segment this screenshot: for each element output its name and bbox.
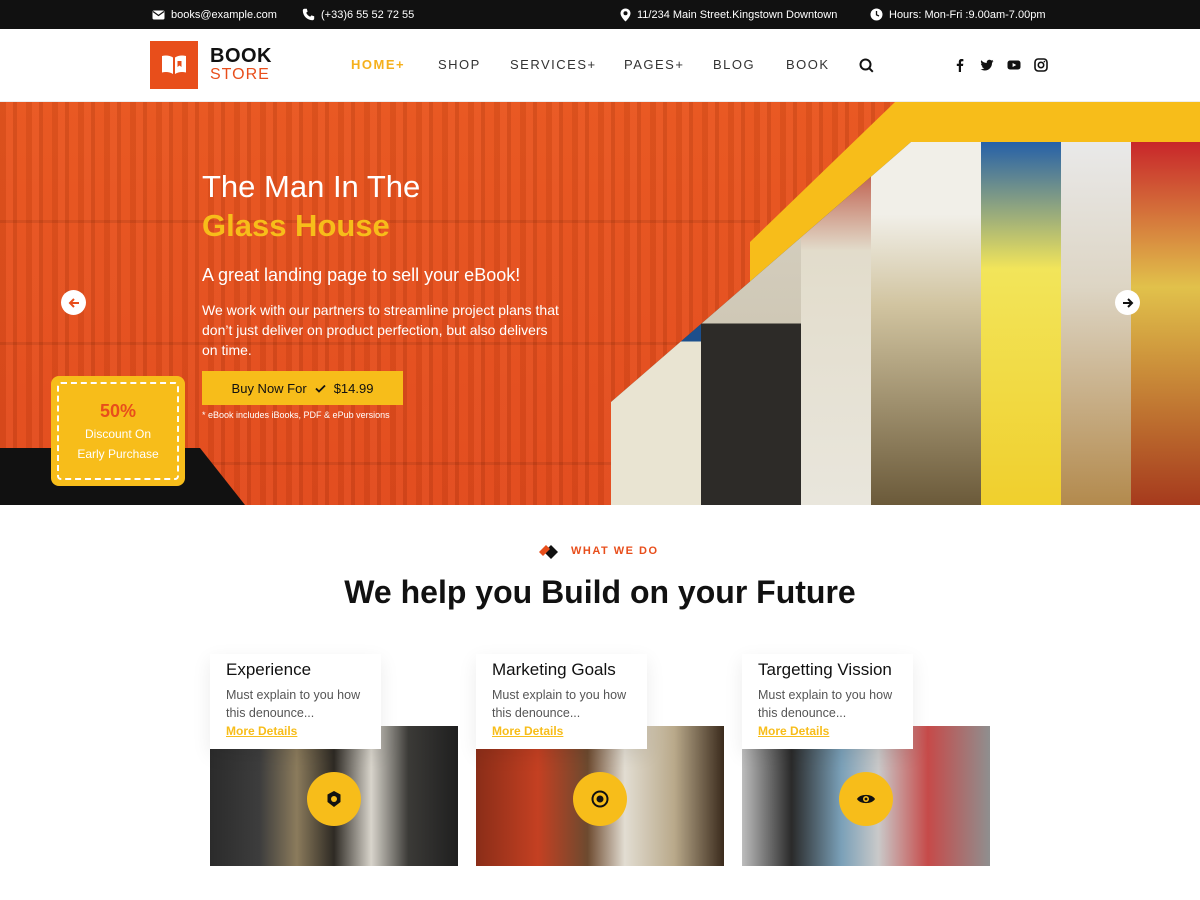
more-details-link[interactable]: More Details [226, 724, 365, 738]
hero-title-line2: Glass House [202, 208, 390, 243]
twitter-icon[interactable] [980, 58, 994, 72]
award-icon [307, 772, 361, 826]
eye-icon [839, 772, 893, 826]
arrow-left-icon [68, 297, 79, 308]
more-details-link[interactable]: More Details [492, 724, 631, 738]
youtube-icon[interactable] [1007, 58, 1021, 72]
hero-ebook-note: * eBook includes iBooks, PDF & ePub vers… [202, 410, 390, 420]
mail-icon [152, 10, 165, 19]
buy-now-label: Buy Now For [231, 380, 307, 396]
arrow-right-icon [1122, 297, 1133, 308]
top-bar: books@example.com (+33)6 55 52 72 55 11/… [0, 0, 1200, 29]
social-links [953, 58, 1048, 72]
service-card-experience: Experience Must explain to you how this … [210, 654, 458, 866]
logo-line1: BOOK [210, 45, 272, 68]
nav-book[interactable]: BOOK [786, 57, 830, 72]
buy-now-button[interactable]: Buy Now For $14.99 [202, 371, 403, 405]
hero-title-line1: The Man In The [202, 169, 421, 204]
section-title: We help you Build on your Future [344, 574, 856, 610]
logo-text: BOOK STORE [210, 46, 272, 84]
diamond-icon [538, 543, 562, 566]
top-email[interactable]: books@example.com [152, 0, 277, 29]
buy-now-price: $14.99 [333, 380, 374, 396]
service-card-targetting-vission: Targetting Vission Must explain to you h… [742, 654, 990, 866]
site-logo[interactable]: BOOK STORE [150, 41, 272, 89]
check-icon [315, 384, 326, 393]
logo-line2: STORE [210, 66, 270, 84]
discount-percent: 50% [99, 400, 137, 421]
target-icon [573, 772, 627, 826]
section-eyebrow: WHAT WE DO [571, 545, 659, 557]
next-slide-button[interactable] [1115, 290, 1140, 315]
instagram-icon[interactable] [1034, 58, 1048, 72]
book-logo-icon [150, 41, 198, 89]
top-email-text: books@example.com [171, 8, 277, 21]
card-title: Targetting Vission [758, 660, 892, 679]
discount-badge: 50% Discount On Early Purchase [51, 376, 185, 486]
card-title: Marketing Goals [492, 660, 616, 679]
card-title: Experience [226, 660, 312, 679]
top-hours: Hours: Mon-Fri :9.00am-7.00pm [870, 0, 1046, 29]
more-details-link[interactable]: More Details [758, 724, 897, 738]
top-phone-text: (+33)6 55 52 72 55 [321, 8, 415, 21]
nav-shop[interactable]: SHOP [438, 57, 481, 72]
site-header: BOOK STORE HOME+ SHOP SERVICES+ PAGES+ B… [0, 29, 1200, 102]
prev-slide-button[interactable] [61, 290, 86, 315]
card-text: Must explain to you how this denounce... [758, 688, 893, 720]
phone-icon [302, 8, 315, 21]
top-address: 11/234 Main Street.Kingstown Downtown [620, 0, 837, 29]
hero-subtitle: A great landing page to sell your eBook! [202, 265, 521, 285]
card-text: Must explain to you how this denounce... [226, 688, 361, 720]
discount-line2: Early Purchase [77, 446, 159, 461]
top-address-text: 11/234 Main Street.Kingstown Downtown [637, 8, 838, 21]
service-card-marketing-goals: Marketing Goals Must explain to you how … [476, 654, 724, 866]
nav-home[interactable]: HOME+ [351, 57, 405, 72]
facebook-icon[interactable] [953, 58, 967, 72]
location-pin-icon [620, 8, 631, 21]
hero-description: We work with our partners to streamline … [202, 302, 559, 358]
clock-icon [870, 8, 883, 21]
top-phone[interactable]: (+33)6 55 52 72 55 [302, 0, 414, 29]
nav-pages[interactable]: PAGES+ [624, 57, 684, 72]
search-icon[interactable] [859, 58, 874, 78]
top-hours-text: Hours: Mon-Fri :9.00am-7.00pm [889, 8, 1046, 21]
card-text: Must explain to you how this denounce... [492, 688, 627, 720]
discount-line1: Discount On [84, 426, 152, 441]
nav-services[interactable]: SERVICES+ [510, 57, 597, 72]
nav-blog[interactable]: BLOG [713, 57, 755, 72]
